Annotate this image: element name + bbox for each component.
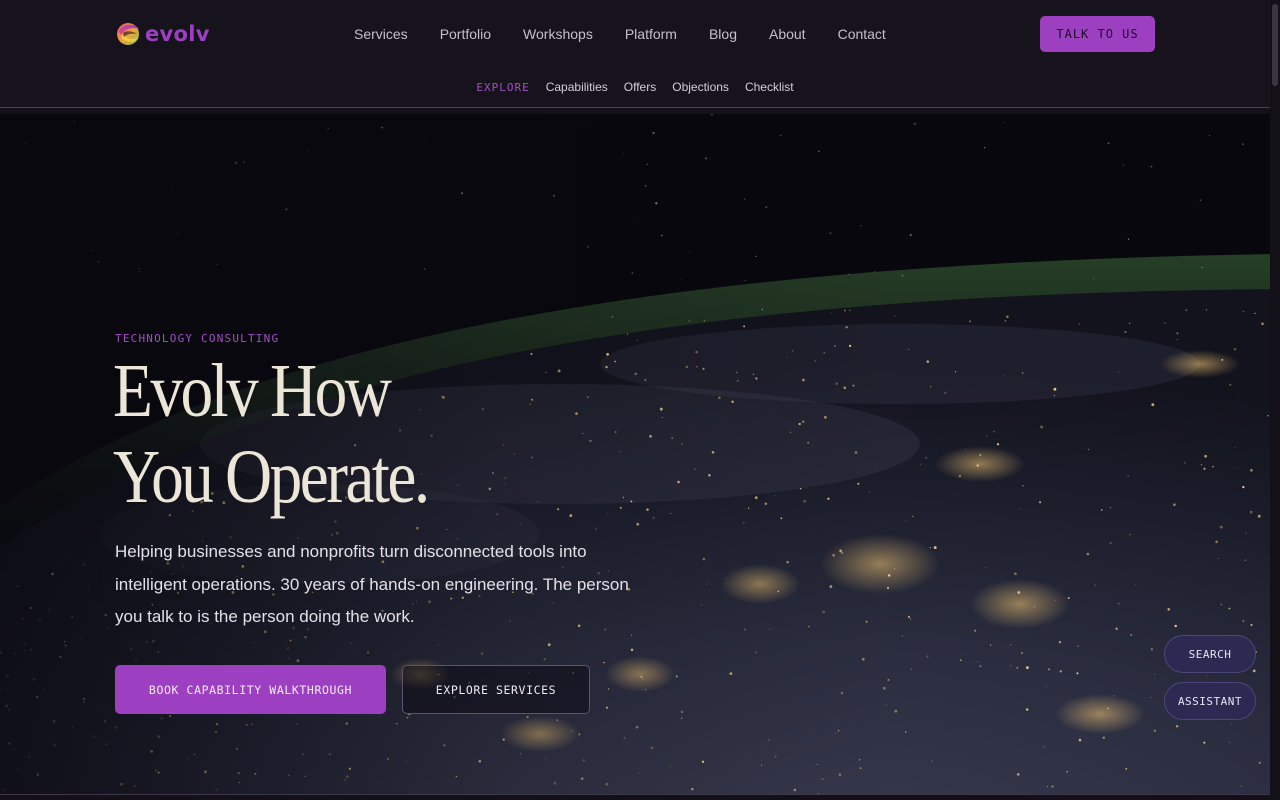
explore-label: EXPLORE [476,80,530,94]
scrollbar-track[interactable] [1270,0,1280,800]
nav-about[interactable]: About [769,24,806,44]
subnav-capabilities[interactable]: Capabilities [546,80,608,94]
hero-eyebrow: TECHNOLOGY CONSULTING [115,332,280,345]
hero-description: Helping businesses and nonprofits turn d… [115,542,629,626]
subnav-checklist[interactable]: Checklist [745,80,794,94]
explore-services-button[interactable]: EXPLORE SERVICES [402,665,590,714]
book-walkthrough-button[interactable]: BOOK CAPABILITY WALKTHROUGH [115,665,386,714]
nav-portfolio[interactable]: Portfolio [440,24,491,44]
hero-headline: Evolv How You Operate. [113,348,430,520]
talk-to-us-button[interactable]: TALK TO US [1040,16,1155,52]
hero-headline-line-1: Evolv How [113,349,392,433]
hero-divider [0,794,1270,795]
evolv-swirl-logo-icon [117,23,139,45]
site-header: evolv Services Portfolio Workshops Platf… [0,0,1270,108]
subnav-objections[interactable]: Objections [672,80,729,94]
logo[interactable]: evolv [115,18,210,50]
nav-blog[interactable]: Blog [709,24,737,44]
brand-name: evolv [145,22,210,46]
main-nav: Services Portfolio Workshops Platform Bl… [354,24,886,44]
scrollbar-thumb[interactable] [1272,4,1278,86]
hero-headline-line-2: You Operate. [113,435,430,519]
subnav-offers[interactable]: Offers [624,80,656,94]
nav-contact[interactable]: Contact [838,24,886,44]
explore-subnav: EXPLORE Capabilities Offers Objections C… [0,80,1270,94]
nav-platform[interactable]: Platform [625,24,677,44]
nav-workshops[interactable]: Workshops [523,24,593,44]
search-button[interactable]: SEARCH [1164,635,1256,673]
assistant-button[interactable]: ASSISTANT [1164,682,1256,720]
nav-services[interactable]: Services [354,24,408,44]
